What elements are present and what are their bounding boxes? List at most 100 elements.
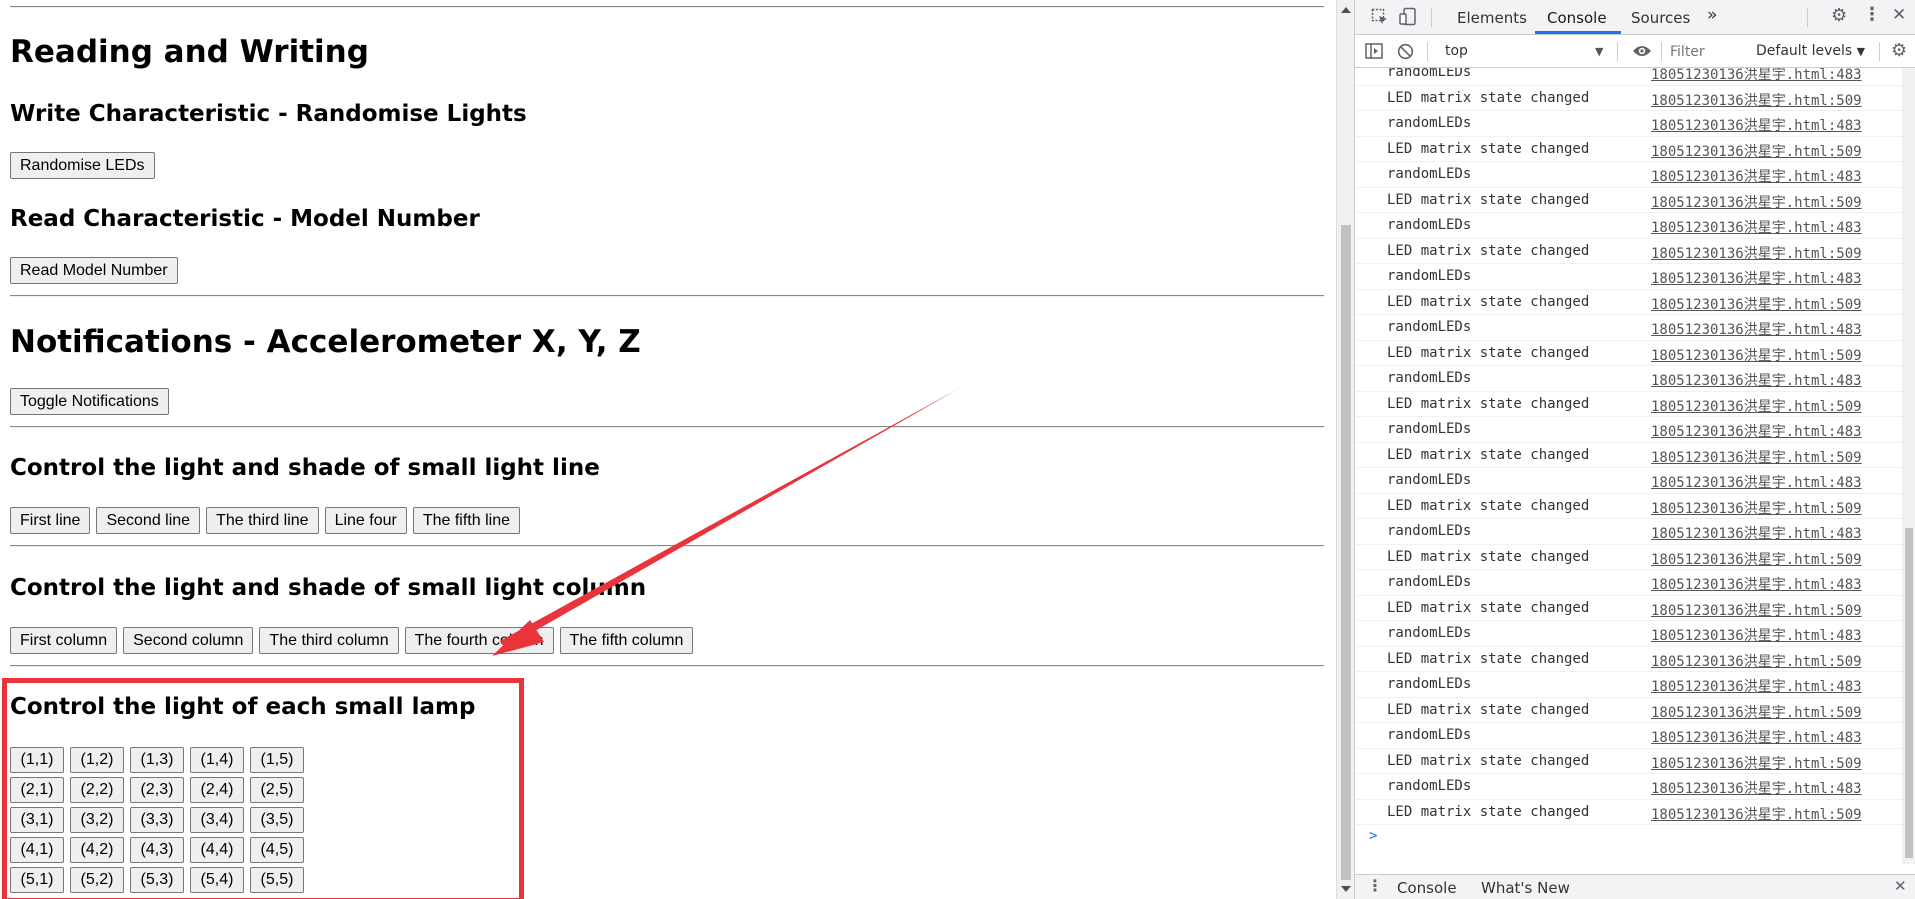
log-source-link[interactable]: 18051230136洪星宇.html:483 <box>1651 727 1862 747</box>
toggle-notifications-button[interactable]: Toggle Notifications <box>10 388 169 415</box>
log-message: LED matrix state changed <box>1387 242 1590 259</box>
filter-input[interactable] <box>1668 41 1742 63</box>
scrollbar-thumb[interactable] <box>1341 225 1351 880</box>
log-source-link[interactable]: 18051230136洪星宇.html:483 <box>1651 68 1862 84</box>
console-log-entry: randomLEDs 18051230136洪星宇.html:483 <box>1355 723 1915 749</box>
page-scrollbar[interactable] <box>1336 0 1354 899</box>
third-column-button[interactable]: The third column <box>259 627 399 654</box>
log-source-link[interactable]: 18051230136洪星宇.html:483 <box>1651 370 1862 390</box>
log-message: randomLEDs <box>1387 370 1472 386</box>
active-tab-indicator <box>1535 31 1621 34</box>
log-source-link[interactable]: 18051230136洪星宇.html:509 <box>1651 141 1862 161</box>
devtools-tab-bar: Elements Console Sources » ⚙ ⋮ ✕ <box>1355 0 1915 35</box>
inspect-element-icon[interactable] <box>1371 8 1389 30</box>
log-source-link[interactable]: 18051230136洪星宇.html:509 <box>1651 804 1862 824</box>
console-output: randomLEDs 18051230136洪星宇.html:483 LED mat… <box>1355 68 1915 864</box>
log-source-link[interactable]: 18051230136洪星宇.html:509 <box>1651 294 1862 314</box>
console-log-entry: LED matrix state changed 18051230136洪星宇.h… <box>1355 545 1915 570</box>
log-source-link[interactable]: 18051230136洪星宇.html:483 <box>1651 421 1862 441</box>
log-source-link[interactable]: 18051230136洪星宇.html:509 <box>1651 447 1862 467</box>
log-source-link[interactable]: 18051230136洪星宇.html:509 <box>1651 90 1862 110</box>
caret-down-icon[interactable]: ▼ <box>1595 45 1603 58</box>
log-source-link[interactable]: 18051230136洪星宇.html:483 <box>1651 166 1862 186</box>
read-model-number-button[interactable]: Read Model Number <box>10 257 178 284</box>
console-log-entry: LED matrix state changed 18051230136洪星宇.h… <box>1355 494 1915 519</box>
sidebar-toggle-icon[interactable] <box>1365 43 1383 63</box>
log-source-link[interactable]: 18051230136洪星宇.html:509 <box>1651 498 1862 518</box>
kebab-menu-icon[interactable]: ⋮ <box>1367 878 1383 894</box>
third-line-button[interactable]: The third line <box>206 507 319 534</box>
log-source-link[interactable]: 18051230136洪星宇.html:509 <box>1651 243 1862 263</box>
log-source-link[interactable]: 18051230136洪星宇.html:509 <box>1651 753 1862 773</box>
divider <box>1617 42 1618 61</box>
log-message: LED matrix state changed <box>1387 701 1590 718</box>
log-source-link[interactable]: 18051230136洪星宇.html:483 <box>1651 472 1862 492</box>
log-message: randomLEDs <box>1387 472 1472 488</box>
log-source-link[interactable]: 18051230136洪星宇.html:509 <box>1651 600 1862 620</box>
close-icon[interactable]: ✕ <box>1892 7 1906 24</box>
log-message: LED matrix state changed <box>1387 548 1590 565</box>
chevron-double-right-icon[interactable]: » <box>1707 7 1717 24</box>
log-source-link[interactable]: 18051230136洪星宇.html:509 <box>1651 549 1862 569</box>
gear-icon[interactable]: ⚙ <box>1831 7 1847 25</box>
log-message: LED matrix state changed <box>1387 395 1590 412</box>
context-selector[interactable]: top <box>1445 43 1468 59</box>
fourth-line-button[interactable]: Line four <box>324 507 407 534</box>
log-source-link[interactable]: 18051230136洪星宇.html:509 <box>1651 396 1862 416</box>
tab-sources[interactable]: Sources <box>1631 9 1690 27</box>
divider <box>1427 42 1428 61</box>
log-source-link[interactable]: 18051230136洪星宇.html:483 <box>1651 523 1862 543</box>
log-source-link[interactable]: 18051230136洪星宇.html:509 <box>1651 192 1862 212</box>
heading-write-characteristic: Write Characteristic - Randomise Lights <box>10 101 527 127</box>
column-buttons: First column Second column The third col… <box>10 627 694 654</box>
divider <box>10 295 1324 297</box>
fourth-column-button[interactable]: The fourth column <box>404 627 554 654</box>
drawer-tab-whats-new[interactable]: What's New <box>1481 879 1570 897</box>
fifth-line-button[interactable]: The fifth line <box>412 507 520 534</box>
log-source-link[interactable]: 18051230136洪星宇.html:509 <box>1651 651 1862 671</box>
second-column-button[interactable]: Second column <box>123 627 254 654</box>
scroll-down-icon[interactable] <box>1341 886 1351 892</box>
tab-elements[interactable]: Elements <box>1457 9 1527 27</box>
log-source-link[interactable]: 18051230136洪星宇.html:483 <box>1651 268 1862 288</box>
console-scrollbar-thumb[interactable] <box>1905 528 1913 858</box>
log-source-link[interactable]: 18051230136洪星宇.html:509 <box>1651 345 1862 365</box>
tab-console[interactable]: Console <box>1547 9 1607 27</box>
scroll-up-icon[interactable] <box>1341 7 1351 13</box>
log-source-link[interactable]: 18051230136洪星宇.html:483 <box>1651 778 1862 798</box>
log-message: LED matrix state changed <box>1387 446 1590 463</box>
line-buttons: First line Second line The third line Li… <box>10 507 520 534</box>
console-log-entry: LED matrix state changed 18051230136洪星宇.h… <box>1355 749 1915 774</box>
second-line-button[interactable]: Second line <box>96 507 201 534</box>
randomise-leds-button[interactable]: Randomise LEDs <box>10 152 155 179</box>
log-source-link[interactable]: 18051230136洪星宇.html:483 <box>1651 115 1862 135</box>
fifth-column-button[interactable]: The fifth column <box>559 627 694 654</box>
console-log-entry: randomLEDs 18051230136洪星宇.html:483 <box>1355 468 1915 494</box>
close-drawer-icon[interactable]: ✕ <box>1894 879 1907 894</box>
device-toolbar-icon[interactable] <box>1399 7 1417 31</box>
console-scrollbar[interactable] <box>1902 68 1915 864</box>
log-source-link[interactable]: 18051230136洪星宇.html:483 <box>1651 574 1862 594</box>
console-prompt[interactable]: > <box>1369 828 1377 844</box>
log-levels-dropdown[interactable]: Default levels ▼ <box>1756 43 1865 59</box>
clear-console-icon[interactable] <box>1397 43 1414 64</box>
log-message: randomLEDs <box>1387 217 1472 233</box>
log-source-link[interactable]: 18051230136洪星宇.html:509 <box>1651 702 1862 722</box>
console-settings-gear-icon[interactable]: ⚙ <box>1891 42 1907 60</box>
heading-read-characteristic: Read Characteristic - Model Number <box>10 206 480 232</box>
log-source-link[interactable]: 18051230136洪星宇.html:483 <box>1651 319 1862 339</box>
eye-icon[interactable] <box>1632 44 1652 62</box>
console-log-entry: randomLEDs 18051230136洪星宇.html:483 <box>1355 162 1915 188</box>
console-log-entry: LED matrix state changed 18051230136洪星宇.h… <box>1355 86 1915 111</box>
first-column-button[interactable]: First column <box>10 627 118 654</box>
console-log-entry: LED matrix state changed 18051230136洪星宇.h… <box>1355 647 1915 672</box>
log-source-link[interactable]: 18051230136洪星宇.html:483 <box>1651 217 1862 237</box>
log-source-link[interactable]: 18051230136洪星宇.html:483 <box>1651 676 1862 696</box>
log-source-link[interactable]: 18051230136洪星宇.html:483 <box>1651 625 1862 645</box>
drawer-tab-console[interactable]: Console <box>1397 879 1457 897</box>
kebab-menu-icon[interactable]: ⋮ <box>1863 6 1881 24</box>
first-line-button[interactable]: First line <box>10 507 91 534</box>
log-message: LED matrix state changed <box>1387 650 1590 667</box>
console-log-entry: LED matrix state changed 18051230136洪星宇.h… <box>1355 800 1915 825</box>
log-message: LED matrix state changed <box>1387 191 1590 208</box>
